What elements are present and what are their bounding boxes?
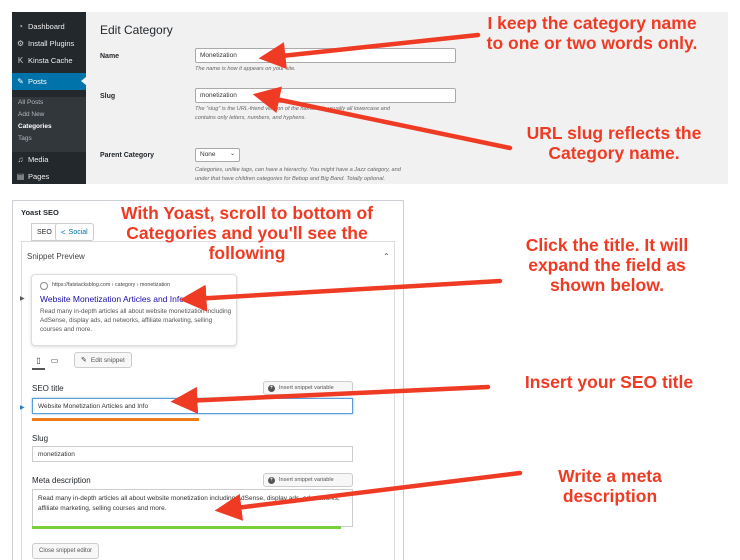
expand-arrow-icon: ▶	[20, 405, 25, 411]
kinsta-icon: K	[17, 55, 24, 65]
name-label: Name	[100, 53, 120, 60]
sidebar-subitem-tags[interactable]: Tags	[12, 132, 86, 145]
pin-icon: ✎	[17, 77, 24, 86]
sidebar-item-posts[interactable]: ✎ Posts	[12, 73, 86, 90]
pencil-icon: ✎	[81, 357, 87, 364]
parent-category-value: None	[200, 151, 216, 158]
slug-label: Slug	[100, 93, 116, 100]
tab-social[interactable]: < Social	[55, 223, 94, 241]
annotation-insert-title: Insert your SEO title	[524, 372, 694, 392]
sidebar-item-label: Pages	[28, 171, 50, 181]
sidebar-item-media[interactable]: ♫ Media	[12, 151, 86, 167]
seo-title-label: SEO title	[32, 384, 64, 393]
media-icon: ♫	[17, 154, 24, 164]
edit-snippet-button[interactable]: ✎ Edit snippet	[74, 352, 132, 368]
share-icon: <	[61, 227, 66, 237]
annotation-click-title: Click the title. It will expand the fiel…	[525, 235, 689, 295]
tab-seo[interactable]: SEO	[31, 223, 58, 241]
slug-field-label: Slug	[32, 434, 49, 443]
seo-title-progress	[32, 418, 199, 421]
name-help: The name is how it appears on your site.	[195, 66, 296, 72]
admin-sidebar: ◔ Dashboard ⚙ Install Plugins K Kinsta C…	[12, 12, 86, 184]
annotation-write-meta: Write a meta description	[558, 466, 662, 506]
parent-category-label: Parent Category	[100, 152, 155, 159]
edit-snippet-label: Edit snippet	[90, 356, 125, 364]
expand-arrow-icon: ▶	[20, 296, 25, 302]
slug-input[interactable]: monetization	[195, 88, 456, 103]
parent-category-select[interactable]: None ⌄	[195, 148, 240, 162]
plug-icon: ⚙	[16, 38, 25, 48]
insert-variable-button-meta[interactable]: + Insert snippet variable	[263, 473, 353, 487]
slug-help-line1: The “slug” is the URL-friend	[195, 106, 264, 112]
mobile-preview-icon[interactable]: ▯	[32, 354, 45, 367]
preview-description: Read many in-depth articles all about we…	[40, 308, 232, 333]
slug-field-input[interactable]: monetization	[32, 446, 353, 462]
screenshot-root: ◔ Dashboard ⚙ Install Plugins K Kinsta C…	[0, 0, 740, 560]
page-title: Edit Category	[100, 23, 173, 37]
chevron-down-icon: ⌄	[229, 151, 235, 157]
meta-description-label: Meta description	[32, 476, 91, 485]
google-snippet-preview[interactable]: https://fatstacksblog.com › category › m…	[31, 274, 237, 346]
sidebar-item-label: Dashboard	[28, 21, 65, 31]
parent-help-line1: Categories, unlike tags, can have a hier…	[195, 167, 401, 173]
active-mode-indicator	[32, 368, 45, 370]
annotation-keep-name: I keep the category name to one or two w…	[486, 13, 698, 53]
sidebar-item-dashboard[interactable]: ◔ Dashboard	[12, 18, 86, 34]
sidebar-item-label: Install Plugins	[28, 38, 75, 48]
preview-title[interactable]: Website Monetization Articles and Info	[40, 294, 184, 304]
parent-help-line2: under that have children categories for …	[195, 175, 386, 182]
sidebar-item-label: Media	[28, 154, 49, 164]
annotation-with-yoast: With Yoast, scroll to bottom of Categori…	[121, 203, 373, 263]
meta-description-input[interactable]: Read many in-depth articles all about we…	[32, 489, 353, 527]
seo-title-input[interactable]: Website Monetization Articles and Info	[32, 398, 353, 414]
globe-icon	[40, 282, 48, 290]
slug-help: The “slug” is the URL-friend version of …	[195, 105, 390, 122]
annotation-slug-reflects: URL slug reflects the Category name.	[526, 123, 702, 163]
plus-circle-icon: +	[268, 384, 275, 392]
pages-icon: ▤	[16, 171, 25, 181]
tab-social-label: Social	[68, 228, 88, 236]
sidebar-item-install-plugins[interactable]: ⚙ Install Plugins	[12, 35, 86, 51]
preview-url: https://fatstacksblog.com › category › m…	[52, 282, 171, 288]
sidebar-item-kinsta-cache[interactable]: K Kinsta Cache	[12, 52, 86, 68]
slug-help-line2: contains only letters, numbers, and hyph…	[195, 114, 307, 121]
parent-category-help: Categories, unlike tags, can have a hier…	[195, 166, 401, 183]
close-snippet-editor-button[interactable]: Close snippet editor	[32, 543, 100, 559]
snippet-preview-heading[interactable]: Snippet Preview	[27, 252, 85, 261]
gauge-icon: ◔	[18, 21, 23, 31]
sidebar-item-label: Posts	[28, 77, 47, 86]
insert-variable-label: Insert snippet variable	[279, 477, 334, 483]
metabox-title: Yoast SEO	[21, 208, 59, 217]
sidebar-item-pages[interactable]: ▤ Pages	[12, 168, 86, 184]
insert-variable-button-title[interactable]: + Insert snippet variable	[263, 381, 353, 395]
meta-description-progress	[32, 526, 341, 529]
name-input[interactable]: Monetization	[195, 48, 456, 63]
sidebar-item-label: Kinsta Cache	[28, 55, 73, 65]
plus-circle-icon: +	[268, 476, 275, 484]
slug-help-line1-tail: version of the name. It is usually all l…	[265, 106, 390, 112]
desktop-preview-icon[interactable]: ▭	[48, 354, 61, 367]
insert-variable-label: Insert snippet variable	[279, 385, 334, 391]
